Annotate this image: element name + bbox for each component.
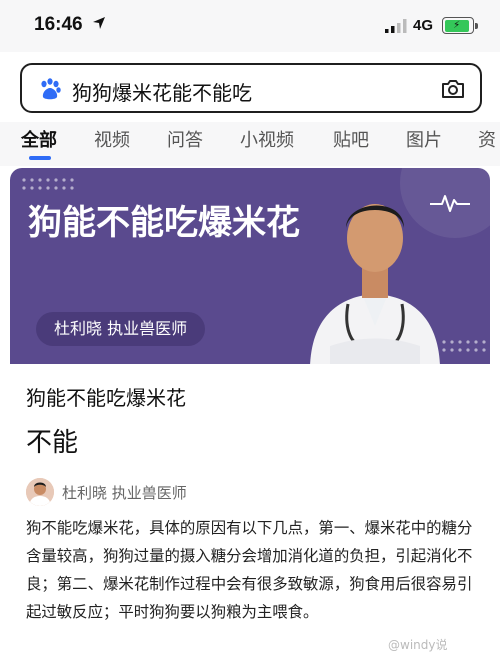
location-arrow-icon (93, 17, 105, 29)
search-box[interactable]: 狗狗爆米花能不能吃 (20, 63, 482, 113)
tab-video[interactable]: 视频 (94, 126, 130, 152)
camera-icon[interactable] (440, 76, 466, 102)
battery-icon: ⚡ (442, 17, 474, 34)
tab-qa[interactable]: 问答 (167, 126, 203, 152)
status-time: 16:46 (34, 14, 83, 35)
active-tab-indicator (29, 156, 51, 160)
result-card[interactable]: 狗能不能吃爆米花 杜利晓 执业兽医师 狗能不能吃爆米花 不能 杜利晓 执业兽医师… (10, 168, 490, 662)
search-input[interactable]: 狗狗爆米花能不能吃 (72, 77, 252, 106)
tab-short-video[interactable]: 小视频 (240, 126, 294, 152)
answer-text: 不能 (26, 428, 79, 458)
answer-body: 狗不能吃爆米花，具体的原因有以下几点，第一、爆米花中的糖分含量较高，狗狗过量的摄… (26, 519, 473, 621)
question-title[interactable]: 狗能不能吃爆米花 (26, 382, 186, 411)
author-name[interactable]: 杜利晓 执业兽医师 (62, 482, 187, 503)
avatar[interactable] (26, 478, 54, 506)
video-banner[interactable]: 狗能不能吃爆米花 杜利晓 执业兽医师 (10, 168, 490, 364)
signal-icon (385, 19, 407, 33)
network-label: 4G (413, 17, 434, 34)
baidu-paw-icon (41, 78, 61, 100)
banner-title: 狗能不能吃爆米花 (28, 203, 300, 243)
battery-level: ⚡ (444, 19, 469, 32)
tab-images[interactable]: 图片 (406, 126, 442, 152)
tab-all[interactable]: 全部 (21, 126, 57, 152)
tab-bar: 全部 视频 问答 小视频 贴吧 图片 资 (0, 122, 500, 166)
doctor-image (310, 204, 440, 364)
watermark: @windy说 (388, 638, 448, 652)
status-bar: 16:46 4G ⚡ (0, 0, 500, 52)
banner-dots-decor (22, 178, 74, 190)
banner-author-tag: 杜利晓 执业兽医师 (36, 312, 206, 346)
tab-tieba[interactable]: 贴吧 (333, 126, 369, 152)
tab-more[interactable]: 资 (478, 126, 496, 152)
battery-tip (475, 23, 478, 29)
